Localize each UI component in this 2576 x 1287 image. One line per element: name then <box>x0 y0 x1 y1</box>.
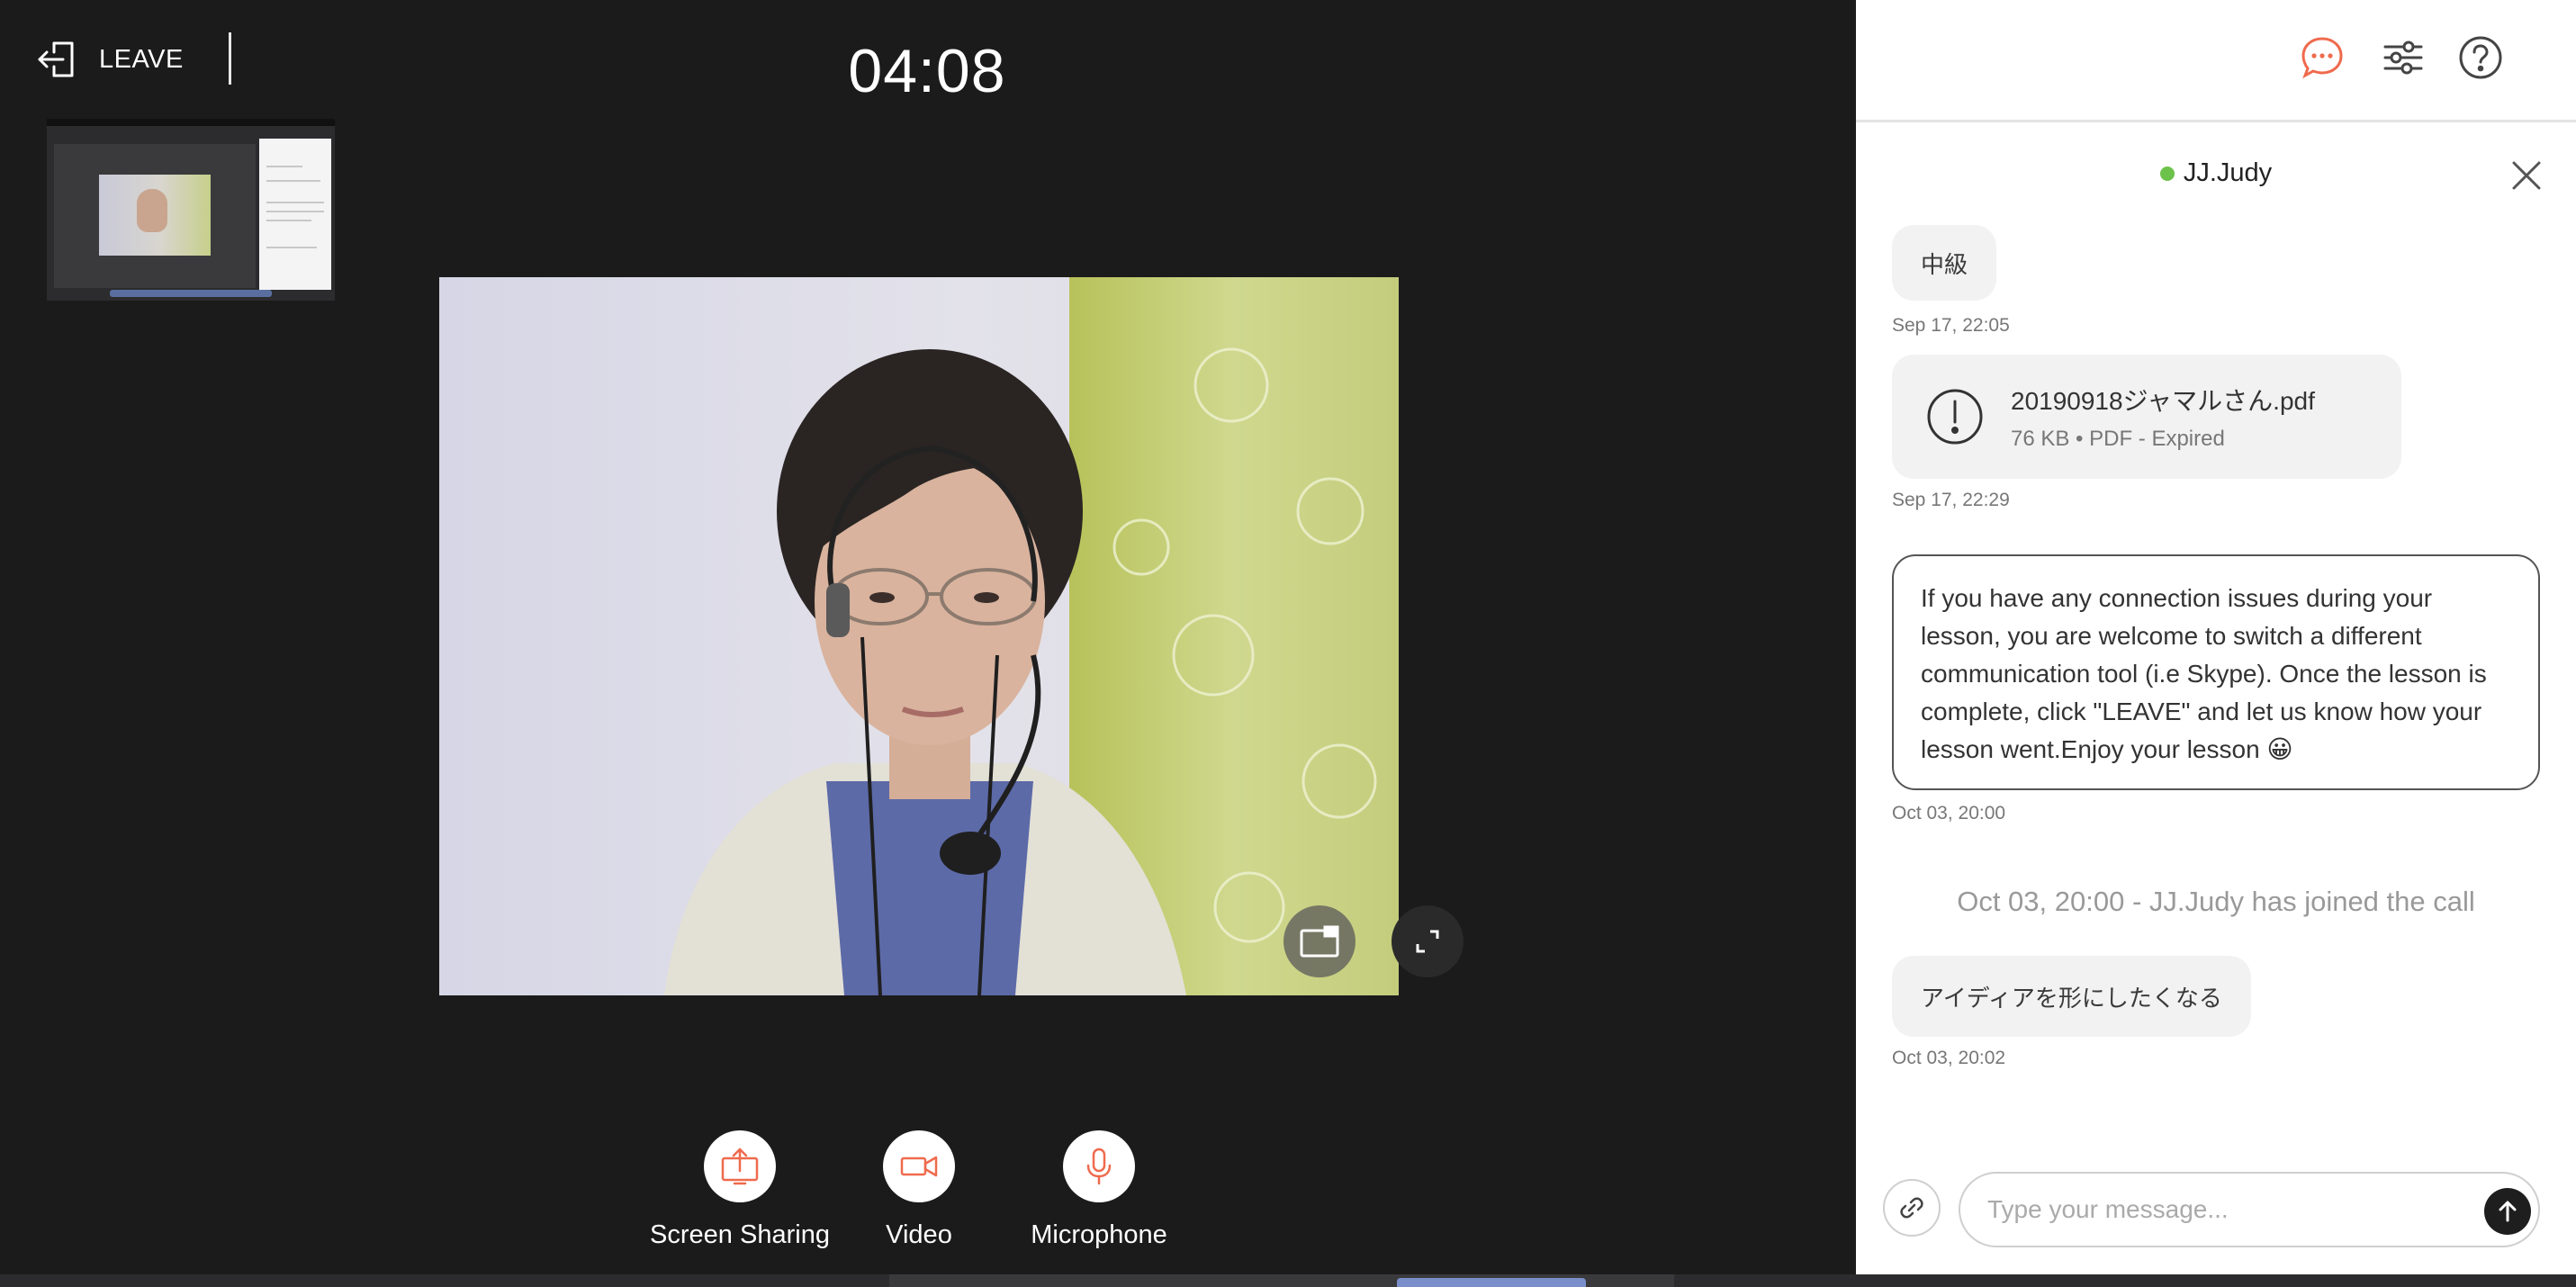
screen-share-icon <box>721 1148 759 1185</box>
attach-button[interactable] <box>1883 1179 1941 1237</box>
warning-icon <box>1927 389 1983 445</box>
help-icon <box>2459 36 2502 79</box>
expand-icon <box>1416 930 1439 953</box>
system-message: If you have any connection issues during… <box>1892 554 2540 790</box>
message-composer <box>1959 1172 2540 1247</box>
file-meta: 76 KB • PDF - Expired <box>2011 427 2225 451</box>
video-call-area: LEAVE 04:08 Screen Sharing Video Microph… <box>0 0 1856 1274</box>
online-status-indicator <box>2159 166 2175 181</box>
join-notice: Oct 03, 20:00 - JJ.Judy has joined the c… <box>1957 886 2475 917</box>
screen-sharing-button[interactable]: Screen Sharing <box>641 1130 839 1250</box>
settings-button[interactable] <box>2380 34 2427 81</box>
screen-sharing-label: Screen Sharing <box>650 1220 830 1249</box>
video-camera-icon <box>900 1156 938 1177</box>
paperclip-icon <box>1900 1197 1923 1219</box>
video-toggle-button[interactable]: Video <box>820 1130 1018 1250</box>
file-attachment[interactable]: 20190918ジャマルさん.pdf 76 KB • PDF - Expired <box>1892 355 2401 479</box>
message-timestamp: Sep 17, 22:05 <box>1892 315 2010 336</box>
close-icon <box>2512 161 2541 190</box>
leave-button[interactable]: LEAVE <box>36 36 184 83</box>
thumbnail-menubar <box>47 119 335 126</box>
file-name: 20190918ジャマルさん.pdf <box>2011 387 2315 415</box>
chat-panel: JJ.Judy 中級 Sep 17, 22:05 20190918ジャマルさん.… <box>1856 0 2576 1274</box>
close-chat-button[interactable] <box>2504 153 2549 198</box>
message-text: 中級 <box>1921 250 1968 278</box>
exit-icon <box>38 41 74 77</box>
picture-in-picture-button[interactable] <box>1283 905 1356 977</box>
chat-bubble-icon <box>2301 37 2343 79</box>
call-timer: 04:08 <box>848 37 1006 105</box>
message-timestamp: Sep 17, 22:29 <box>1892 490 2010 510</box>
message-timestamp: Oct 03, 20:00 <box>1892 803 2006 824</box>
fullscreen-button[interactable] <box>1392 905 1464 977</box>
taskbar-highlight <box>1397 1278 1586 1287</box>
video-label: Video <box>886 1220 952 1249</box>
contact-name: JJ.Judy <box>2183 158 2273 187</box>
remote-video <box>439 277 1399 995</box>
microphone-icon <box>1086 1148 1112 1185</box>
message-timestamp: Oct 03, 20:02 <box>1892 1048 2006 1068</box>
chat-toolbar <box>1856 0 2576 122</box>
arrow-up-icon <box>2499 1201 2517 1222</box>
message-text: アイディアを形にしたくなる <box>1921 984 2222 1012</box>
leave-label: LEAVE <box>99 44 184 74</box>
thumbnail-chat <box>259 139 331 290</box>
chat-contact-header: JJ.Judy <box>1856 158 2576 194</box>
message-input[interactable] <box>1987 1183 2455 1237</box>
chat-toggle-button[interactable] <box>2299 34 2346 81</box>
chat-message: アイディアを形にしたくなる <box>1892 956 2251 1037</box>
toolbar-divider <box>229 32 231 85</box>
sliders-icon <box>2383 40 2423 75</box>
chat-message: 中級 <box>1892 225 1997 301</box>
remote-video-feed <box>439 277 1399 995</box>
help-button[interactable] <box>2457 34 2504 81</box>
screen-share-thumbnail[interactable] <box>47 119 335 301</box>
picture-in-picture-icon <box>1300 925 1339 958</box>
microphone-label: Microphone <box>1031 1220 1167 1249</box>
os-taskbar-edge <box>0 1274 2576 1287</box>
send-button[interactable] <box>2484 1188 2531 1235</box>
thumbnail-dock <box>110 290 272 297</box>
thumbnail-face <box>137 189 167 232</box>
microphone-toggle-button[interactable]: Microphone <box>1000 1130 1198 1250</box>
